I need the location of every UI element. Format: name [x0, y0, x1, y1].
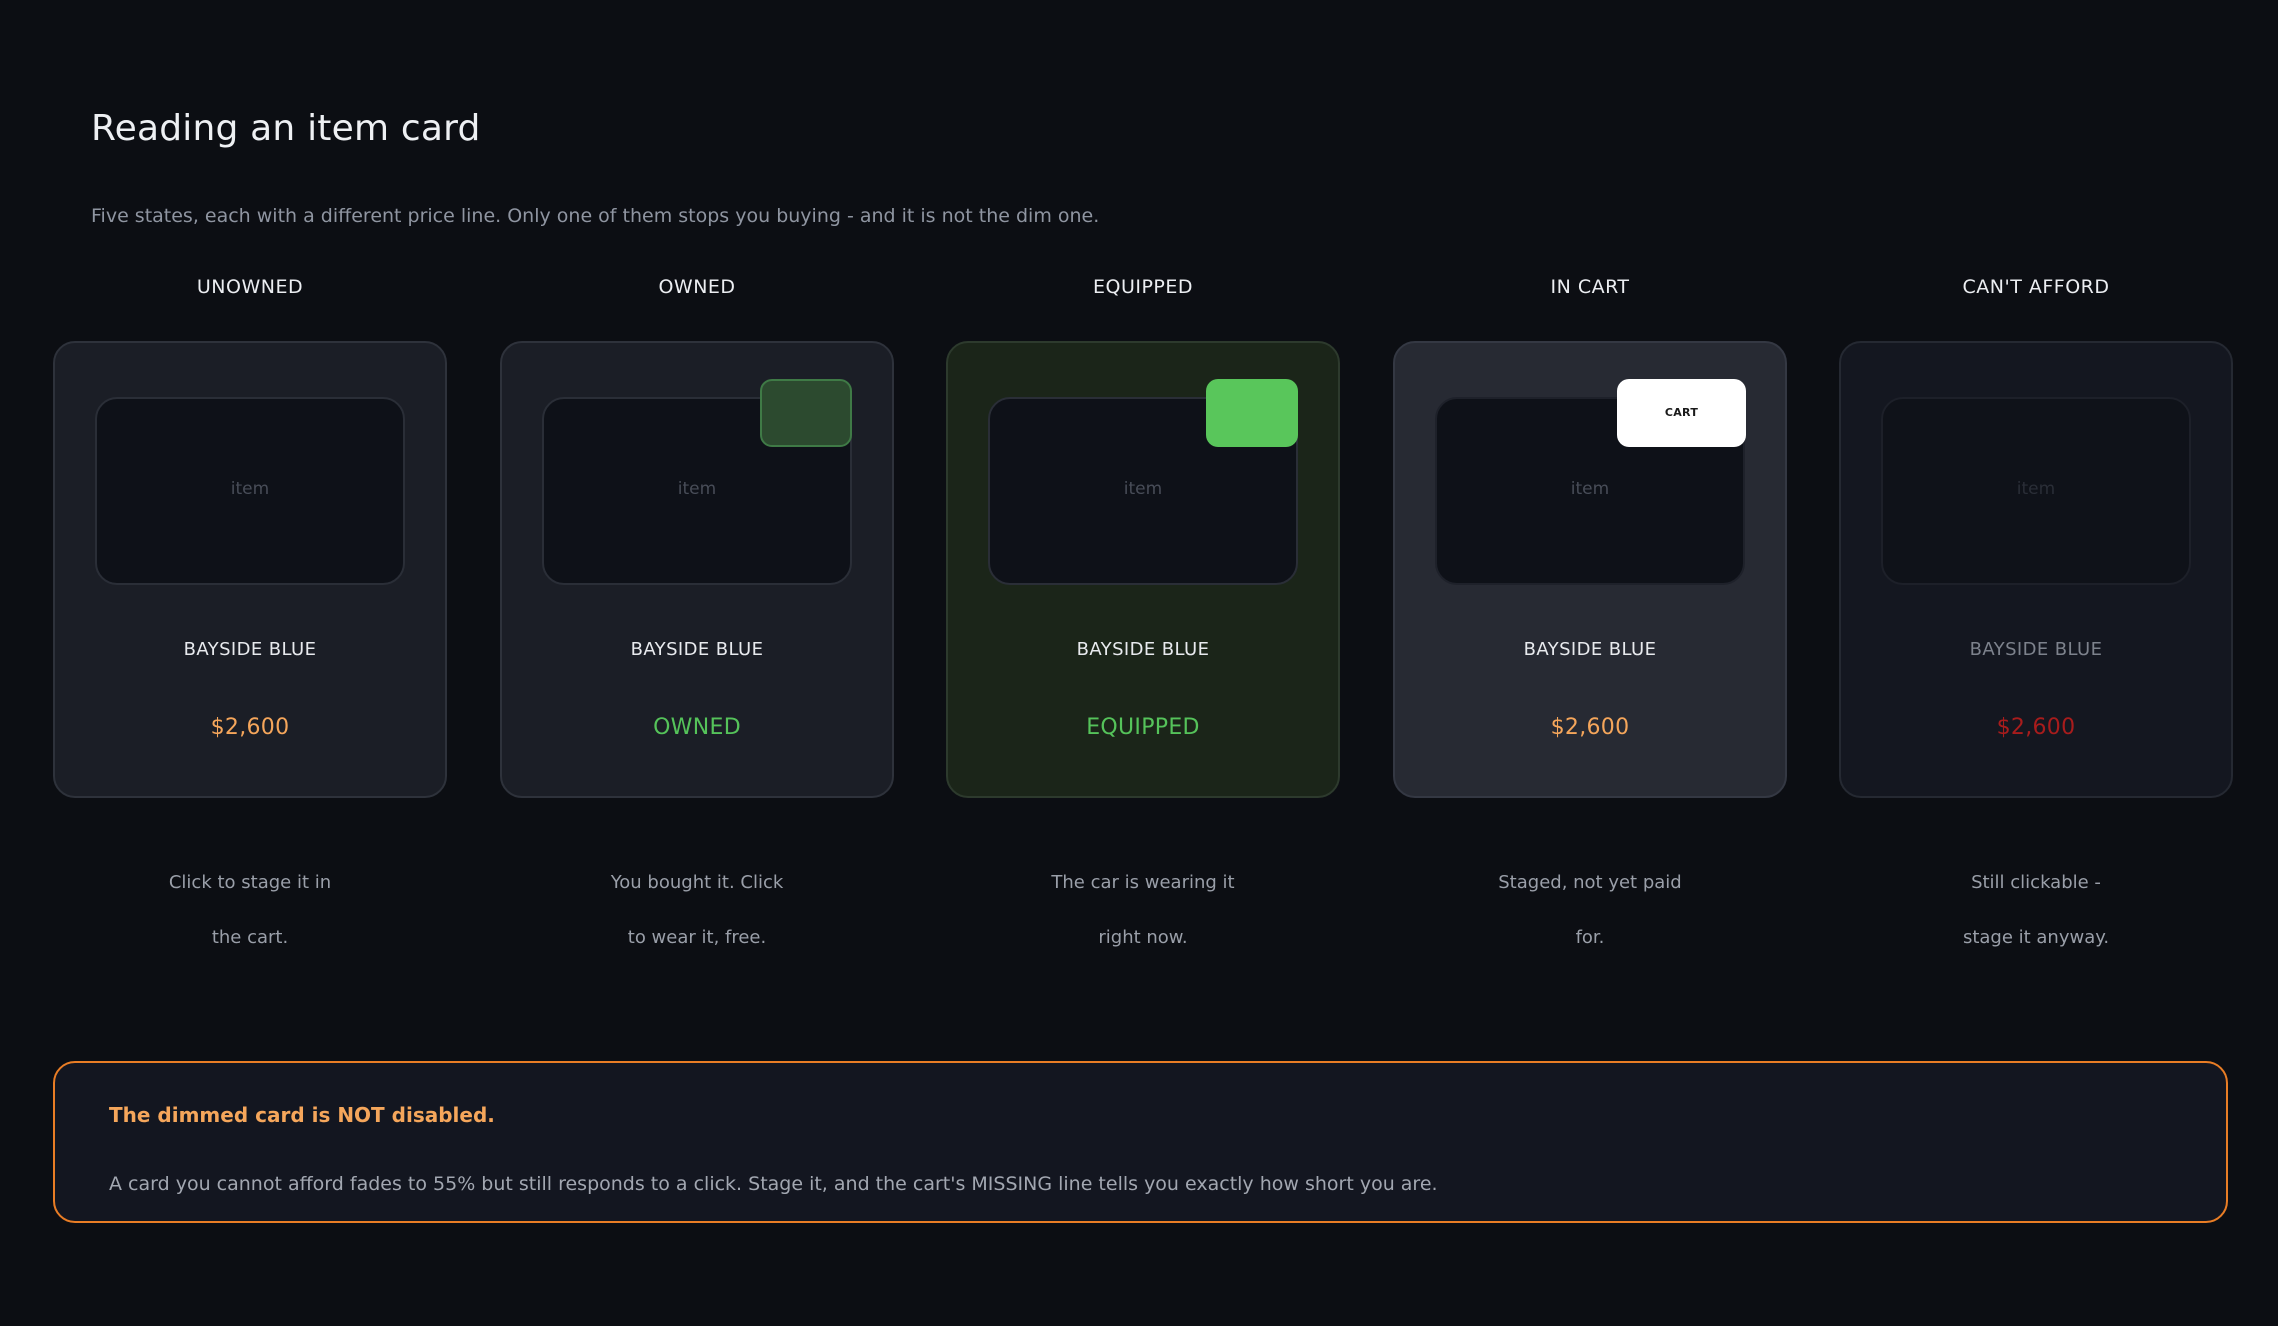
- note-body: A card you cannot afford fades to 55% bu…: [109, 1173, 1438, 1195]
- description-line: Click to stage it in: [168, 872, 332, 893]
- thumbnail-placeholder: item: [2016, 479, 2056, 499]
- description-line: stage it anyway.: [1962, 927, 2110, 948]
- state-label: OWNED: [658, 276, 736, 298]
- item-card-in-cart[interactable]: item CART BAYSIDE BLUE $2,600: [1393, 341, 1787, 798]
- item-name: BAYSIDE BLUE: [1523, 639, 1657, 660]
- state-label: CAN'T AFFORD: [1962, 276, 2110, 298]
- description-line: right now.: [1098, 927, 1188, 948]
- thumbnail-placeholder: item: [230, 479, 270, 499]
- state-description: Staged, not yet paid for.: [1393, 855, 1787, 965]
- description-line: Staged, not yet paid: [1498, 872, 1682, 893]
- item-card-unowned[interactable]: item BAYSIDE BLUE $2,600: [53, 341, 447, 798]
- item-card-equipped[interactable]: item BAYSIDE BLUE EQUIPPED: [946, 341, 1340, 798]
- thumbnail-placeholder: item: [1123, 479, 1163, 499]
- item-card-owned[interactable]: item BAYSIDE BLUE OWNED: [500, 341, 894, 798]
- item-thumbnail: item: [95, 397, 405, 585]
- page-title: Reading an item card: [91, 108, 481, 149]
- state-label: IN CART: [1550, 276, 1630, 298]
- description-line: for.: [1575, 927, 1605, 948]
- page-subtitle: Five states, each with a different price…: [91, 205, 1100, 227]
- item-name: BAYSIDE BLUE: [630, 639, 764, 660]
- description-line: The car is wearing it: [1051, 872, 1235, 893]
- state-label: EQUIPPED: [1092, 276, 1194, 298]
- description-line: Still clickable -: [1971, 872, 2101, 893]
- item-thumbnail: item: [1881, 397, 2191, 585]
- thumbnail-placeholder: item: [1570, 479, 1610, 499]
- price-line: $2,600: [1550, 715, 1630, 740]
- description-line: You bought it. Click: [610, 872, 784, 893]
- item-card-cant-afford[interactable]: item BAYSIDE BLUE $2,600: [1839, 341, 2233, 798]
- thumbnail-placeholder: item: [677, 479, 717, 499]
- item-name: BAYSIDE BLUE: [183, 639, 317, 660]
- state-description: Still clickable - stage it anyway.: [1839, 855, 2233, 965]
- note-title: The dimmed card is NOT disabled.: [109, 1103, 495, 1127]
- price-line: OWNED: [653, 715, 741, 740]
- description-line: the cart.: [211, 927, 289, 948]
- state-description: The car is wearing it right now.: [946, 855, 1340, 965]
- item-name: BAYSIDE BLUE: [1076, 639, 1210, 660]
- item-name: BAYSIDE BLUE: [1969, 639, 2103, 660]
- price-line: $2,600: [210, 715, 290, 740]
- price-line: EQUIPPED: [1086, 715, 1200, 740]
- description-line: to wear it, free.: [627, 927, 767, 948]
- state-label: UNOWNED: [196, 276, 304, 298]
- state-description: You bought it. Click to wear it, free.: [500, 855, 894, 965]
- cart-badge: CART: [1617, 379, 1746, 447]
- state-description: Click to stage it in the cart.: [53, 855, 447, 965]
- price-line: $2,600: [1996, 715, 2076, 740]
- owned-badge: [760, 379, 852, 447]
- equipped-badge: [1206, 379, 1298, 447]
- dimmed-card-note: The dimmed card is NOT disabled. A card …: [53, 1061, 2228, 1223]
